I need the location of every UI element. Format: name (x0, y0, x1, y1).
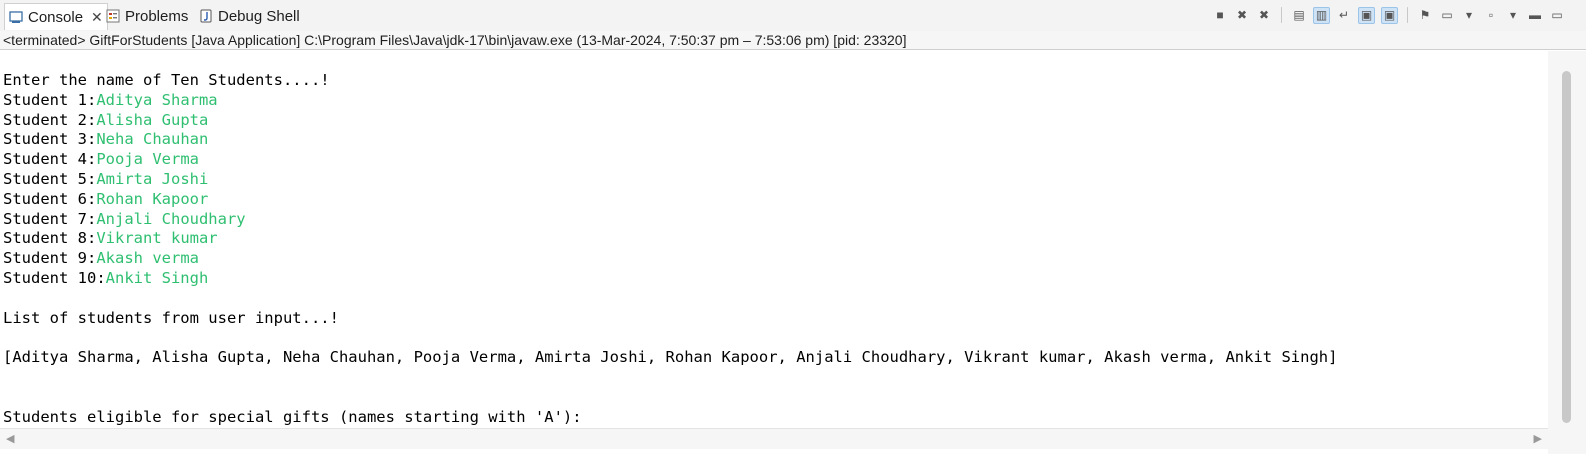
console-line: Student 1:Aditya Sharma (3, 91, 1548, 111)
student-prompt: Student 3: (3, 130, 97, 149)
chevron-down-icon[interactable]: ▾ (1505, 7, 1521, 23)
word-wrap-icon[interactable]: ↵ (1336, 7, 1352, 23)
student-prompt: Student 8: (3, 229, 97, 248)
student-input: Aditya Sharma (96, 90, 218, 109)
console-line: Students eligible for special gifts (nam… (3, 407, 582, 426)
tab-console-label: Console (28, 8, 84, 26)
pin-console-icon[interactable]: ⚑ (1417, 7, 1433, 23)
display-console-icon[interactable]: ▭ (1439, 7, 1455, 23)
student-prompt: Student 6: (3, 189, 97, 208)
student-input: Alisha Gupta (96, 110, 209, 129)
student-input: Anjali Choudhary (96, 209, 246, 228)
console-text: Enter the name of Ten Students....! Stude… (0, 51, 1548, 427)
console-line: Student 6:Rohan Kapoor (3, 190, 1548, 210)
debug-shell-icon (200, 9, 212, 23)
scroll-right-icon[interactable]: ▶ (1534, 432, 1542, 445)
student-input: Amirta Joshi (96, 169, 209, 188)
console-line: Student 8:Vikrant kumar (3, 229, 1548, 249)
student-input: Vikrant kumar (96, 229, 218, 248)
show-on-stdout-icon[interactable]: ▣ (1358, 6, 1375, 24)
tab-problems-label: Problems (125, 7, 189, 25)
maximize-icon[interactable]: ▭ (1549, 7, 1565, 23)
minimize-icon[interactable]: ▬ (1527, 7, 1543, 23)
tab-debug-shell[interactable]: Debug Shell (199, 4, 300, 28)
student-prompt: Student 9: (3, 249, 97, 268)
console-line: Student 10:Ankit Singh (3, 269, 1548, 289)
student-input: Pooja Verma (96, 150, 199, 169)
console-line: Student 5:Amirta Joshi (3, 170, 1548, 190)
student-prompt: Student 1: (3, 90, 97, 109)
chevron-down-icon[interactable]: ▾ (1461, 7, 1477, 23)
student-prompt: Student 2: (3, 110, 97, 129)
console-line: Student 9:Akash verma (3, 249, 1548, 269)
scroll-left-icon[interactable]: ◀ (6, 432, 14, 445)
console-line: [Aditya Sharma, Alisha Gupta, Neha Chauh… (3, 348, 1338, 367)
toolbar-separator (1281, 7, 1282, 23)
console-line: Student 3:Neha Chauhan (3, 130, 1548, 150)
problems-icon (106, 9, 120, 23)
remove-launch-icon[interactable]: ✖ (1234, 7, 1250, 23)
terminate-icon[interactable]: ■ (1212, 7, 1228, 23)
console-line: List of students from user input...! (3, 308, 339, 327)
clear-console-icon[interactable]: ▤ (1291, 7, 1307, 23)
student-input: Ankit Singh (105, 268, 209, 287)
toolbar-separator (1407, 7, 1408, 23)
show-on-stderr-icon[interactable]: ▣ (1381, 6, 1398, 24)
console-line: Student 2:Alisha Gupta (3, 111, 1548, 131)
view-tab-bar: Console ✕ Problems Debug Shell ■ ✖ ✖ ▤ ▥… (0, 0, 1586, 32)
process-status-line: <terminated> GiftForStudents [Java Appli… (0, 31, 1586, 50)
tab-problems[interactable]: Problems (106, 4, 188, 28)
horizontal-scrollbar[interactable]: ◀ ▶ (0, 428, 1548, 449)
open-console-icon[interactable]: ▫ (1483, 7, 1499, 23)
console-output[interactable]: Enter the name of Ten Students....! Stude… (0, 51, 1548, 428)
student-prompt: Student 5: (3, 169, 97, 188)
tab-debug-shell-label: Debug Shell (218, 7, 300, 25)
student-input: Neha Chauhan (96, 130, 209, 149)
scroll-lock-icon[interactable]: ▥ (1313, 6, 1330, 24)
close-icon[interactable]: ✕ (91, 9, 103, 26)
vertical-scroll-thumb[interactable] (1562, 71, 1571, 423)
vertical-scrollbar[interactable] (1548, 51, 1586, 428)
console-toolbar: ■ ✖ ✖ ▤ ▥ ↵ ▣ ▣ ⚑ ▭ ▾ ▫ ▾ ▬ ▭ (1209, 5, 1568, 25)
console-line: Student 7:Anjali Choudhary (3, 210, 1548, 230)
student-prompt: Student 4: (3, 150, 97, 169)
student-prompt: Student 10: (3, 268, 106, 287)
student-input: Rohan Kapoor (96, 189, 209, 208)
console-line: Student 4:Pooja Verma (3, 150, 1548, 170)
student-prompt: Student 7: (3, 209, 97, 228)
remove-all-terminated-icon[interactable]: ✖ (1256, 7, 1272, 23)
tab-console[interactable]: Console ✕ (4, 3, 108, 30)
scrollbar-corner (1548, 428, 1586, 454)
student-input: Akash verma (96, 249, 199, 268)
console-line: Enter the name of Ten Students....! (3, 71, 330, 89)
console-icon (9, 11, 23, 23)
